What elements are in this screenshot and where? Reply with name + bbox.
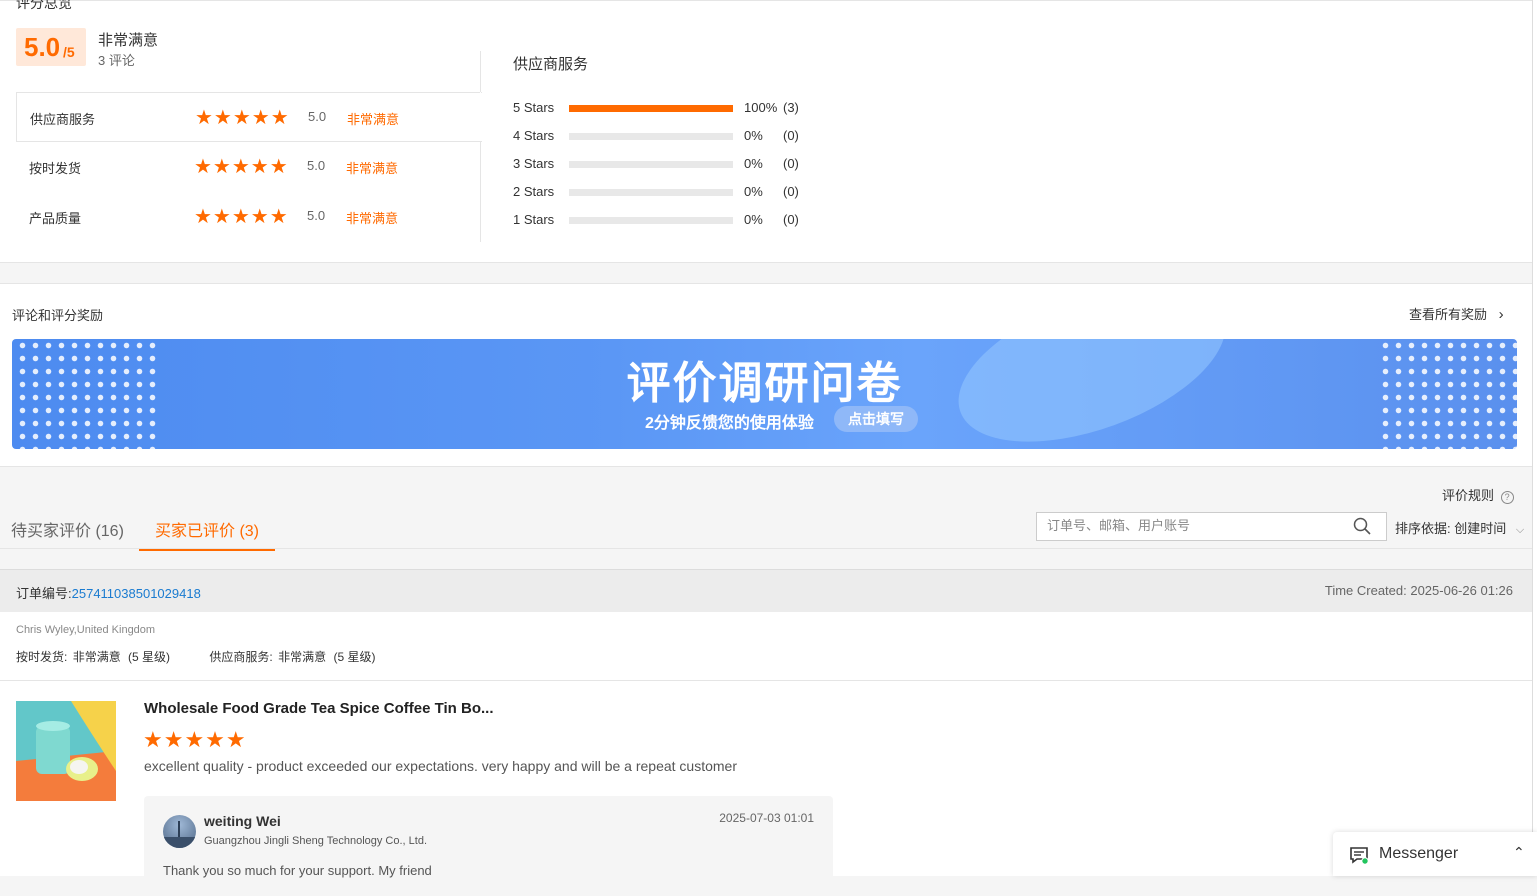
rating-label: 产品质量: [29, 211, 82, 226]
help-icon: ?: [1500, 491, 1514, 504]
distribution-title: 供应商服务: [513, 56, 589, 73]
rating-overview-panel: 评分总览 5.0 /5 非常满意 3 评论 供应商服务 ★★★★★ 5.0 非常…: [0, 0, 1532, 263]
distribution-star-label: 1 Stars: [513, 212, 555, 227]
buyer-rating-label: 供应商服务:: [209, 650, 273, 664]
distribution-percent: 100%: [744, 100, 778, 115]
distribution-bar: [569, 217, 733, 224]
tab-buyer-reviewed[interactable]: 买家已评价 (3): [139, 505, 275, 551]
rating-value: 5.0: [307, 208, 326, 223]
tab-pending-reviews[interactable]: 待买家评价 (16): [11, 517, 124, 541]
review-count: 3 评论: [98, 53, 135, 68]
rating-value: 5.0: [308, 109, 327, 124]
distribution-bar: [569, 133, 733, 140]
rating-stars: ★★★★★: [194, 206, 289, 228]
supplier-reply: weiting Wei Guangzhou Jingli Sheng Techn…: [144, 796, 833, 896]
review-rules-label: 评价规则: [1442, 488, 1495, 503]
review-comment: excellent quality - product exceeded our…: [144, 758, 738, 774]
buyer-rating-value: 非常满意: [72, 650, 121, 664]
rating-row-on-time-delivery[interactable]: 按时发货 ★★★★★ 5.0 非常满意: [16, 142, 481, 190]
order-number-label: 订单编号:: [16, 586, 72, 601]
rating-text: 非常满意: [346, 211, 399, 226]
review-rules-link[interactable]: 评价规则 ?: [1442, 485, 1514, 504]
rating-row-product-quality[interactable]: 产品质量 ★★★★★ 5.0 非常满意: [16, 192, 481, 240]
tab-buyer-reviewed-label: 买家已评价 (3): [155, 523, 260, 540]
distribution-percent: 0%: [744, 128, 763, 143]
tin-can-illustration: [16, 701, 116, 801]
rating-stars: ★★★★★: [194, 156, 289, 178]
messenger-widget[interactable]: Messenger ⌃: [1333, 832, 1537, 876]
sort-label: 排序依据: 创建时间: [1395, 521, 1507, 536]
buyer-rating-label: 按时发货:: [16, 650, 68, 664]
distribution-percent: 0%: [744, 212, 763, 227]
distribution-count: (3): [783, 100, 799, 115]
rating-stars: ★★★★★: [195, 107, 290, 129]
rewards-panel: 评论和评分奖励 查看所有奖励 › 评价调研问卷 2分钟反馈您的使用体验 点击填写: [0, 283, 1532, 467]
search-icon: [1353, 517, 1371, 535]
avatar-ground-shape: [163, 837, 196, 848]
overall-score-badge: 5.0 /5: [16, 28, 86, 66]
review-card: Chris Wyley,United Kingdom 按时发货: 非常满意 (5…: [0, 612, 1532, 896]
distribution-star-label: 5 Stars: [513, 100, 555, 115]
avatar: [163, 815, 196, 848]
distribution-bar-fill: [569, 105, 733, 112]
divider: [0, 680, 1532, 681]
order-header: 订单编号:257411038501029418 Time Created: 20…: [0, 569, 1532, 612]
rating-text: 非常满意: [347, 112, 400, 127]
page-scrollbar[interactable]: [1532, 0, 1537, 876]
product-title[interactable]: Wholesale Food Grade Tea Spice Coffee Ti…: [144, 700, 494, 717]
search-input[interactable]: [1037, 513, 1337, 538]
distribution-star-label: 2 Stars: [513, 184, 555, 199]
overall-score: 5.0: [24, 32, 61, 62]
distribution-count: (0): [783, 212, 799, 227]
overview-title: 评分总览: [16, 0, 72, 11]
distribution-count: (0): [783, 184, 799, 199]
messenger-label: Messenger: [1379, 845, 1459, 862]
rating-value: 5.0: [307, 158, 326, 173]
reply-date: 2025-07-03 01:01: [719, 811, 814, 825]
buyer-rating-stars: (5 星级): [333, 650, 376, 664]
view-all-rewards-link[interactable]: 查看所有奖励 ›: [1409, 304, 1504, 323]
chat-icon: [1350, 847, 1369, 865]
buyer-rating-value: 非常满意: [278, 650, 327, 664]
sort-dropdown[interactable]: 排序依据: 创建时间 ⌵: [1395, 518, 1524, 537]
chevron-down-icon: ⌵: [1515, 524, 1525, 536]
distribution-bar: [569, 189, 733, 196]
order-time-created: Time Created: 2025-06-26 01:26: [1324, 583, 1513, 598]
rating-label: 供应商服务: [30, 112, 96, 127]
product-image[interactable]: [16, 701, 116, 801]
reply-company: Guangzhou Jingli Sheng Technology Co., L…: [204, 835, 428, 847]
search-field[interactable]: [1036, 512, 1338, 541]
distribution-percent: 0%: [744, 156, 763, 171]
distribution-star-label: 3 Stars: [513, 156, 555, 171]
overall-label: 非常满意: [98, 32, 159, 49]
rewards-title: 评论和评分奖励: [12, 308, 104, 323]
distribution-percent: 0%: [744, 184, 763, 199]
rating-text: 非常满意: [346, 161, 399, 176]
survey-banner[interactable]: 评价调研问卷 2分钟反馈您的使用体验 点击填写: [12, 339, 1517, 449]
distribution-bar: [569, 105, 733, 112]
buyer-ratings: 按时发货: 非常满意 (5 星级) 供应商服务: 非常满意 (5 星级): [16, 648, 375, 665]
search-button[interactable]: [1337, 512, 1387, 541]
distribution-bar: [569, 161, 733, 168]
distribution-count: (0): [783, 156, 799, 171]
view-all-rewards-label: 查看所有奖励: [1409, 307, 1488, 322]
banner-subtitle: 2分钟反馈您的使用体验: [645, 415, 814, 432]
chevron-right-icon: ›: [1498, 306, 1504, 323]
reply-author-name: weiting Wei: [204, 813, 281, 829]
vertical-divider: [480, 51, 481, 242]
order-number-link[interactable]: 257411038501029418: [72, 586, 201, 601]
divider-gap: [480, 92, 481, 141]
overall-score-suffix: /5: [63, 44, 75, 60]
buyer-name-country: Chris Wyley,United Kingdom: [16, 624, 156, 636]
chevron-up-icon: ⌃: [1513, 844, 1525, 860]
product-rating-stars: ★★★★★: [143, 727, 247, 752]
distribution-count: (0): [783, 128, 799, 143]
order-number: 订单编号:257411038501029418: [16, 583, 201, 602]
rating-row-supplier-service[interactable]: 供应商服务 ★★★★★ 5.0 非常满意: [16, 92, 482, 142]
distribution-star-label: 4 Stars: [513, 128, 555, 143]
buyer-rating-stars: (5 星级): [128, 650, 171, 664]
rating-label: 按时发货: [29, 161, 82, 176]
banner-fill-button[interactable]: 点击填写: [834, 406, 918, 432]
banner-title: 评价调研问卷: [626, 359, 903, 408]
